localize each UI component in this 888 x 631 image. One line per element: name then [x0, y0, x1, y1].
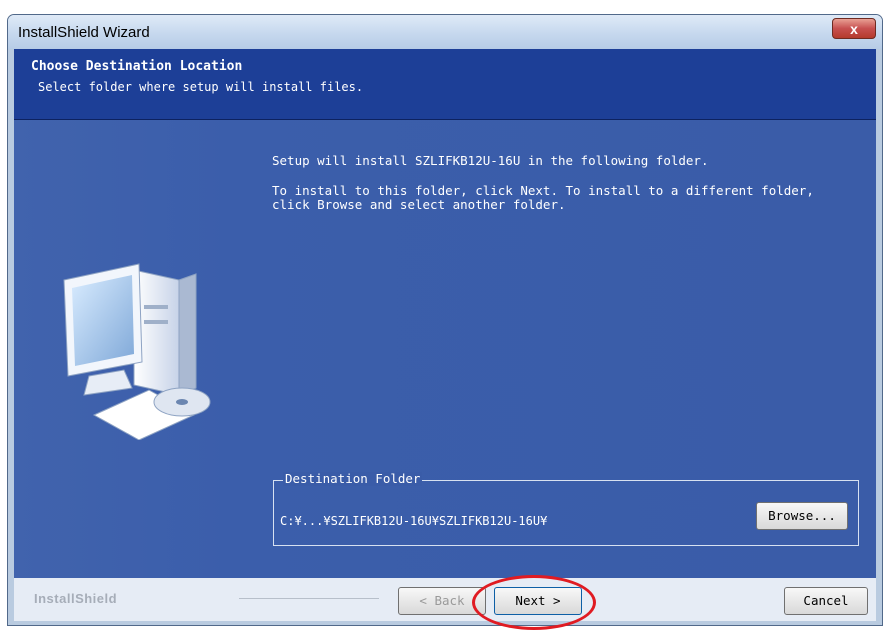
computer-icon — [63, 263, 211, 440]
wizard-header: Choose Destination Location Select folde… — [14, 49, 876, 120]
cancel-button[interactable]: Cancel — [784, 587, 868, 615]
installshield-window: InstallShield Wizard x Choose Destinatio… — [7, 14, 883, 626]
close-icon: x — [850, 21, 858, 37]
browse-button[interactable]: Browse... — [756, 502, 848, 530]
wizard-footer: InstallShield < Back Next > Cancel — [14, 578, 876, 621]
destination-path: C:¥...¥SZLIFKB12U-16U¥SZLIFKB12U-16U¥ — [280, 514, 548, 528]
destination-folder-label: Destination Folder — [283, 471, 423, 486]
wizard-main-panel: Setup will install SZLIFKB12U-16U in the… — [14, 120, 876, 578]
next-highlight-circle — [472, 575, 596, 630]
window-title: InstallShield Wizard — [18, 24, 150, 41]
install-info-text: Setup will install SZLIFKB12U-16U in the… — [272, 153, 709, 168]
close-button[interactable]: x — [832, 18, 876, 39]
install-instruction-text: To install to this folder, click Next. T… — [272, 183, 814, 212]
wizard-client: Choose Destination Location Select folde… — [14, 49, 876, 621]
page-title: Choose Destination Location — [31, 59, 243, 74]
footer-divider — [239, 598, 379, 599]
installshield-logo: InstallShield — [34, 591, 118, 606]
page-subtitle: Select folder where setup will install f… — [38, 80, 364, 94]
title-bar[interactable]: InstallShield Wizard x — [8, 15, 882, 49]
